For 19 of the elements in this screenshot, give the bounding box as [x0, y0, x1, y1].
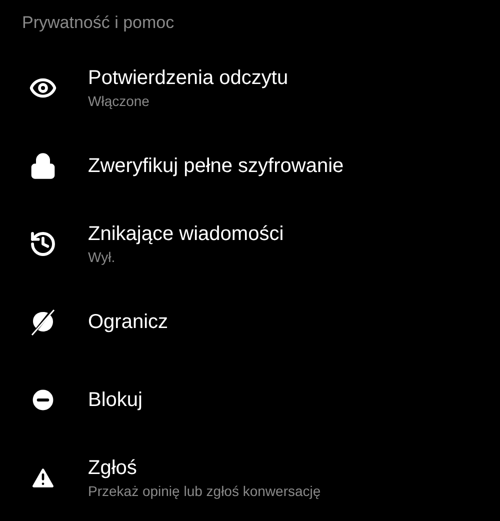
settings-item[interactable]: Zweryfikuj pełne szyfrowanie [0, 127, 500, 205]
settings-item[interactable]: Ogranicz [0, 283, 500, 361]
item-label: Zgłoś [88, 456, 138, 481]
history-icon [29, 230, 57, 258]
restrict-icon [29, 308, 57, 336]
settings-item[interactable]: Blokuj [0, 361, 500, 439]
item-subtitle: Przekaż opinię lub zgłoś konwersację [88, 482, 321, 501]
settings-item[interactable]: Znikające wiadomości Wył. [0, 205, 500, 283]
item-label: Potwierdzenia odczytu [88, 66, 288, 91]
item-label: Blokuj [88, 388, 142, 413]
item-label: Zweryfikuj pełne szyfrowanie [88, 154, 344, 179]
item-subtitle: Wył. [88, 248, 116, 267]
settings-item[interactable]: Potwierdzenia odczytu Włączone [0, 49, 500, 127]
item-label: Ogranicz [88, 310, 168, 335]
settings-item[interactable]: Zgłoś Przekaż opinię lub zgłoś konwersację [0, 439, 500, 517]
item-label: Znikające wiadomości [88, 222, 284, 247]
lock-icon [29, 152, 57, 180]
item-subtitle: Włączone [88, 92, 150, 111]
section-title: Prywatność i pomoc [22, 13, 174, 32]
